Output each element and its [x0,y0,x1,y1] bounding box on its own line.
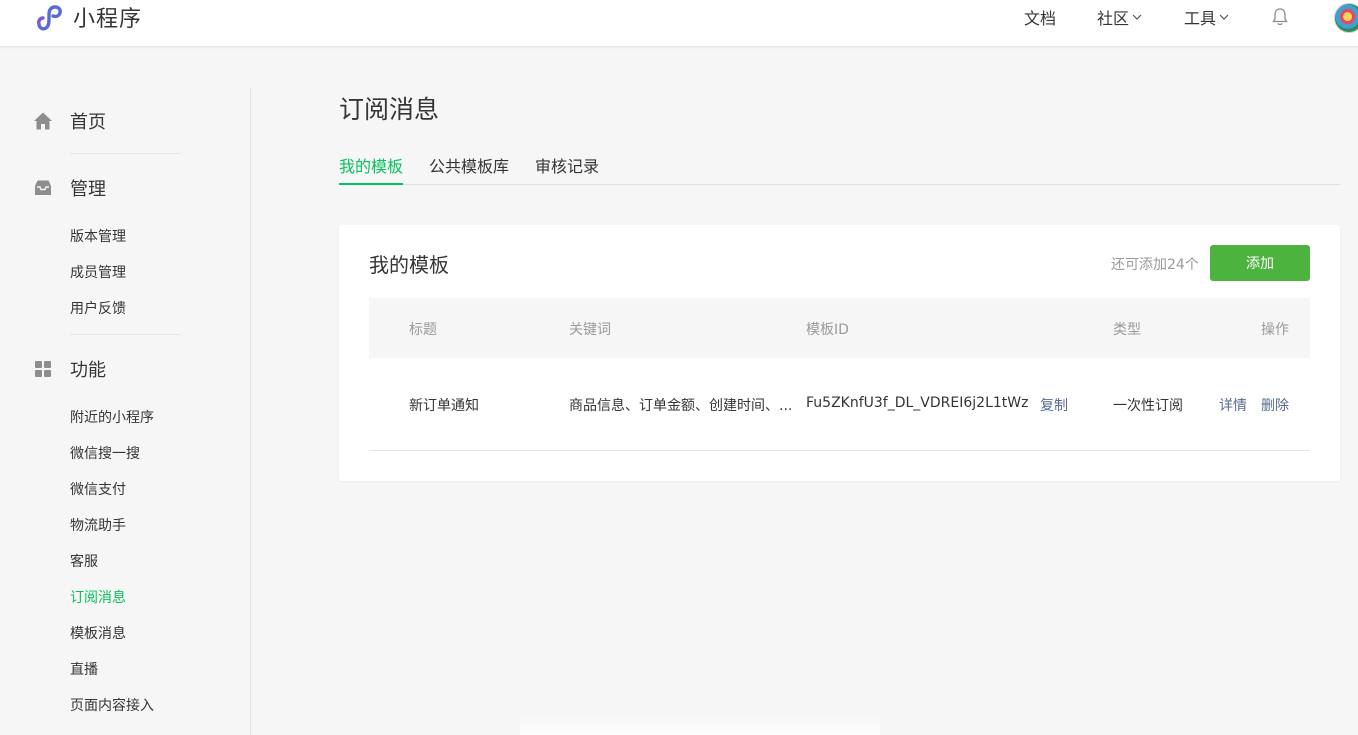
inbox-icon [35,180,51,195]
row-template-id: Fu5ZKnfU3f_DL_VDREI6j2L1tWz... [806,395,1030,411]
tab-public-library[interactable]: 公共模板库 [429,153,509,185]
add-button[interactable]: 添加 [1210,245,1310,281]
sidebar-section-features: 功能 [33,357,106,381]
sidebar-home-label: 首页 [70,112,106,133]
nav-community-label: 社区 [1097,9,1130,28]
templates-card: 我的模板 还可添加24个 添加 标题 关键词 模板ID 类型 操作 新订单通知 … [339,225,1340,481]
tab-bar: 我的模板 公共模板库 审核记录 [339,150,1340,185]
column-header-actions: 操作 [1261,322,1289,338]
detail-link[interactable]: 详情 [1219,395,1247,415]
tab-my-templates[interactable]: 我的模板 [339,153,404,185]
sidebar-item-version[interactable]: 版本管理 [70,227,126,247]
sidebar-item-pay[interactable]: 微信支付 [70,480,126,500]
tab-review-records[interactable]: 审核记录 [535,153,599,185]
column-header-template-id: 模板ID [806,322,849,338]
sidebar: 首页 管理 版本管理 成员管理 用户反馈 功能 附近的小程序 微信搜一搜 微信支… [0,88,251,735]
nav-docs[interactable]: 文档 [1024,0,1056,34]
nav-community[interactable]: 社区 [1097,0,1142,34]
chevron-down-icon [1132,14,1142,20]
logo[interactable]: 小程序 [33,2,142,32]
nav-tools-label: 工具 [1184,9,1217,28]
sidebar-item-live[interactable]: 直播 [70,660,98,680]
row-title: 新订单通知 [409,398,479,414]
sidebar-manage-label: 管理 [70,179,106,200]
column-header-keywords: 关键词 [569,322,611,338]
delete-link[interactable]: 删除 [1261,395,1289,415]
top-bar: 小程序 文档 社区 工具 [0,0,1358,47]
card-title: 我的模板 [369,253,449,277]
table-header: 标题 关键词 模板ID 类型 操作 [369,298,1310,358]
sidebar-divider [70,153,180,154]
chevron-down-icon [1219,14,1229,20]
sidebar-item-nearby[interactable]: 附近的小程序 [70,408,154,428]
column-header-type: 类型 [1113,322,1141,338]
column-header-title: 标题 [409,322,437,338]
sidebar-item-logistics[interactable]: 物流助手 [70,516,126,536]
home-icon [34,112,52,130]
sidebar-item-members[interactable]: 成员管理 [70,263,126,283]
sidebar-item-template-msg[interactable]: 模板消息 [70,624,126,644]
sidebar-divider [70,334,180,335]
sidebar-features-label: 功能 [70,360,106,381]
table-row: 新订单通知 商品信息、订单金额、创建时间、... Fu5ZKnfU3f_DL_V… [369,358,1310,451]
row-type: 一次性订阅 [1113,398,1183,414]
logo-text: 小程序 [73,7,143,32]
mini-program-logo-icon [37,5,62,31]
nav-docs-label: 文档 [1024,9,1057,28]
page-title: 订阅消息 [339,95,440,124]
notification-bell-icon[interactable] [1270,7,1290,27]
sidebar-section-manage: 管理 [33,176,106,200]
copy-link[interactable]: 复制 [1040,395,1068,415]
grid-icon [35,361,51,377]
bottom-overlay [520,712,880,735]
sidebar-item-subscribe[interactable]: 订阅消息 [70,588,126,608]
sidebar-item-search[interactable]: 微信搜一搜 [70,444,140,464]
avatar[interactable] [1334,3,1358,33]
sidebar-item-page-content[interactable]: 页面内容接入 [70,696,154,716]
sidebar-item-home[interactable]: 首页 [33,109,106,133]
nav-tools[interactable]: 工具 [1184,0,1229,34]
remaining-count: 还可添加24个 [1111,257,1199,273]
row-keywords: 商品信息、订单金额、创建时间、... [569,398,793,414]
sidebar-item-service[interactable]: 客服 [70,552,98,572]
sidebar-item-feedback[interactable]: 用户反馈 [70,299,126,319]
